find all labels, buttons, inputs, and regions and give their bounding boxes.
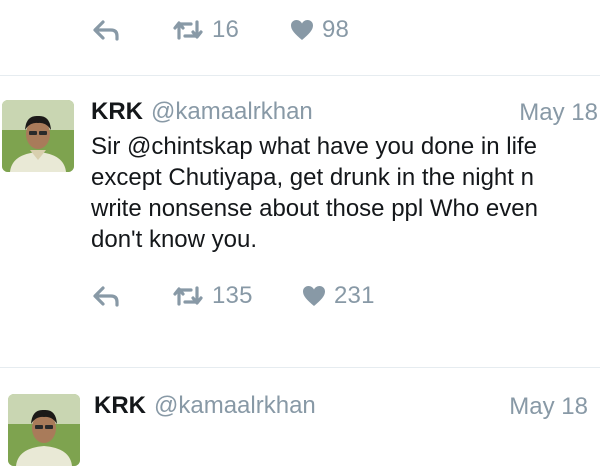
previous-tweet-actions: 16 98 — [0, 10, 600, 50]
tweet-text-line: write nonsense about those ppl Who even — [91, 195, 538, 222]
retweet-button[interactable]: 135 — [172, 276, 253, 316]
like-count: 231 — [334, 282, 375, 309]
retweet-button[interactable]: 16 — [172, 10, 239, 50]
user-handle[interactable]: @kamaalrkhan — [154, 392, 316, 420]
retweet-icon — [172, 19, 204, 41]
user-handle[interactable]: @kamaalrkhan — [151, 98, 313, 126]
user-name[interactable]: KRK — [94, 392, 146, 420]
heart-icon — [302, 285, 326, 307]
retweet-count: 16 — [212, 16, 240, 43]
retweet-icon — [172, 285, 204, 307]
tweet[interactable]: KRK @kamaalrkhan May 18 — [0, 368, 600, 466]
tweet-actions: 135 231 — [0, 276, 600, 316]
tweet-text-line: except Chutiyapa, get drunk in the night… — [91, 164, 534, 191]
tweet-text-line: Sir @chintskap what have you done in lif… — [91, 133, 537, 160]
avatar[interactable] — [8, 394, 80, 466]
retweet-count: 135 — [212, 282, 253, 309]
avatar-image — [2, 100, 74, 172]
reply-button[interactable] — [92, 10, 120, 50]
like-count: 98 — [322, 16, 350, 43]
tweet-date[interactable]: May 18 — [519, 99, 598, 127]
reply-icon — [92, 19, 120, 41]
heart-icon — [290, 19, 314, 41]
tweet-date[interactable]: May 18 — [509, 393, 588, 421]
like-button[interactable]: 231 — [302, 276, 375, 316]
reply-button[interactable] — [92, 276, 120, 316]
avatar-image — [8, 394, 80, 466]
tweet-text: Sir @chintskap what have you done in lif… — [91, 131, 538, 255]
tweet[interactable]: KRK @kamaalrkhan May 18 Sir @chintskap w… — [0, 76, 600, 366]
reply-icon — [92, 285, 120, 307]
like-button[interactable]: 98 — [290, 10, 349, 50]
tweet-text-line: don't know you. — [91, 226, 258, 253]
tweet-header: KRK @kamaalrkhan — [91, 96, 313, 128]
tweet-header: KRK @kamaalrkhan — [94, 390, 316, 422]
user-name[interactable]: KRK — [91, 98, 143, 126]
avatar[interactable] — [2, 100, 74, 172]
